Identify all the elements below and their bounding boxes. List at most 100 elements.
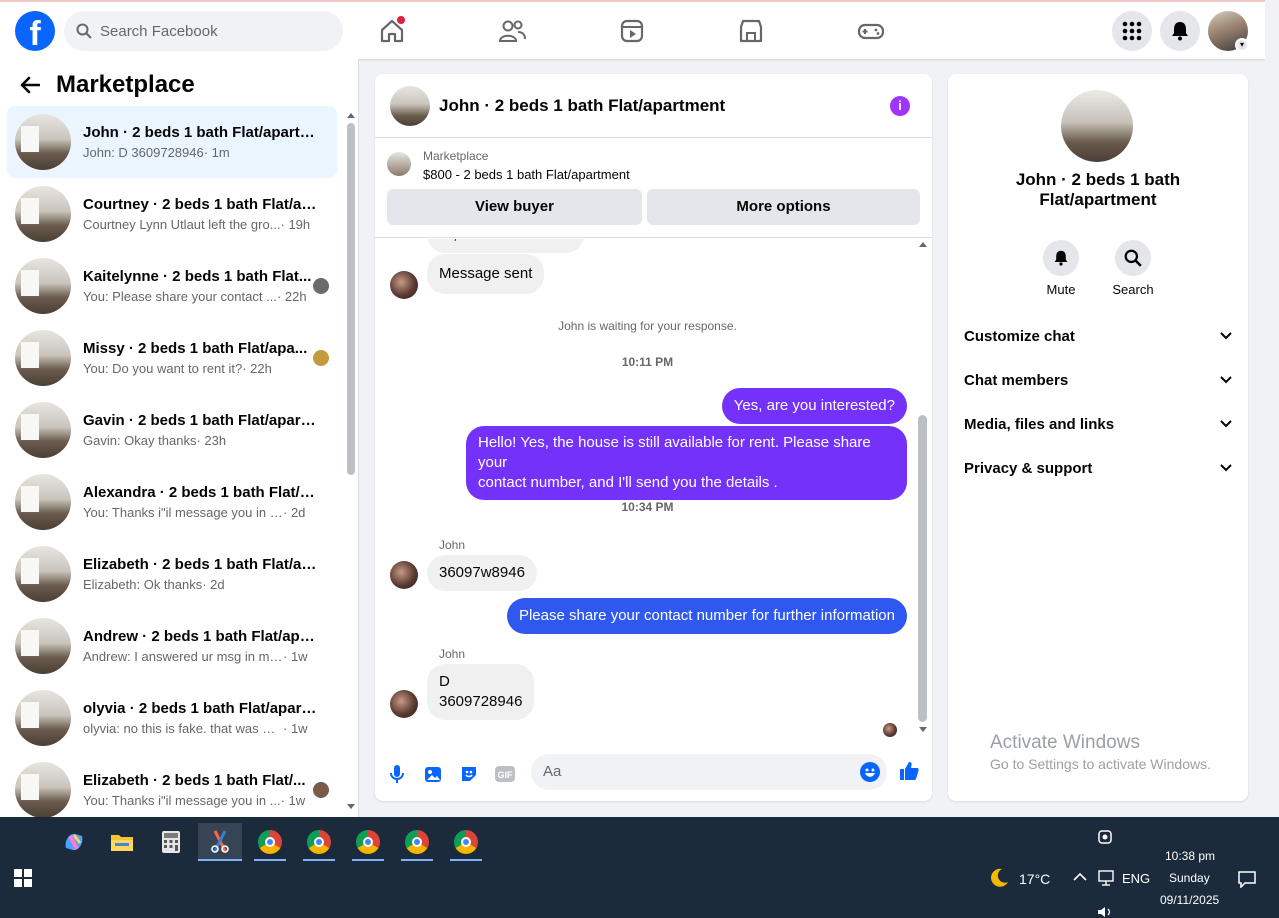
mute-label: Mute bbox=[1046, 282, 1076, 297]
conversation-item[interactable]: Missy · 2 beds 1 bath Flat/apa... You: D… bbox=[7, 322, 337, 394]
chevron-down-icon bbox=[1220, 376, 1232, 384]
moon-weather-icon[interactable] bbox=[988, 867, 1010, 889]
marketplace-icon[interactable] bbox=[736, 16, 766, 46]
chat-avatar[interactable] bbox=[390, 85, 430, 126]
incoming-message[interactable]: 36097w8946 bbox=[427, 555, 537, 591]
conversation-name: olyvia · 2 beds 1 bath Flat/apart... bbox=[83, 700, 318, 717]
chat-scroll-thumb[interactable] bbox=[918, 415, 927, 722]
notifications-button[interactable] bbox=[1160, 11, 1200, 51]
listing-thumbnail bbox=[15, 546, 71, 602]
listing-thumbnail bbox=[15, 186, 71, 242]
message-line: contact number, and I'll send you the de… bbox=[478, 474, 778, 491]
chrome-profile-4-icon[interactable] bbox=[395, 823, 439, 861]
privacy-support-section[interactable]: Privacy & support bbox=[964, 446, 1232, 490]
menu-grid-button[interactable] bbox=[1112, 11, 1152, 51]
search-input[interactable]: Search Facebook bbox=[64, 11, 343, 51]
sidebar-scroll-thumb[interactable] bbox=[347, 123, 355, 475]
photo-icon[interactable] bbox=[422, 763, 444, 785]
chrome-profile-1-icon[interactable] bbox=[248, 823, 292, 861]
media-files-links-section[interactable]: Media, files and links bbox=[964, 402, 1232, 446]
chrome-profile-3-icon[interactable] bbox=[346, 823, 390, 861]
emoji-icon[interactable] bbox=[860, 762, 880, 782]
file-explorer-icon[interactable] bbox=[100, 823, 144, 861]
chevron-up-icon[interactable] bbox=[1073, 872, 1087, 882]
view-buyer-button[interactable]: View buyer bbox=[387, 189, 642, 225]
chevron-down-icon[interactable]: ▾ bbox=[1235, 38, 1249, 52]
listing-avatar[interactable] bbox=[1061, 90, 1133, 162]
incoming-message[interactable]: Message sent bbox=[427, 254, 545, 294]
conversation-time: · 1m bbox=[203, 145, 230, 160]
friends-icon[interactable] bbox=[497, 16, 527, 46]
chevron-down-icon bbox=[1220, 332, 1232, 340]
info-icon[interactable]: i bbox=[890, 96, 910, 116]
contact-name: John · 2 beds 1 bath Flat/apartment bbox=[1015, 170, 1181, 209]
section-label: Customize chat bbox=[964, 327, 1075, 345]
microphone-icon[interactable] bbox=[386, 763, 408, 785]
conversation-list: John · 2 beds 1 bath Flat/apartm... John… bbox=[7, 106, 337, 817]
clock-time[interactable]: 10:38 pm bbox=[1165, 849, 1215, 863]
conversation-item[interactable]: olyvia · 2 beds 1 bath Flat/apart... oly… bbox=[7, 682, 337, 754]
gif-icon[interactable]: GIF bbox=[494, 763, 516, 785]
conversation-name: Alexandra · 2 beds 1 bath Flat/a... bbox=[83, 484, 318, 501]
volume-icon[interactable] bbox=[1097, 906, 1115, 918]
page-scrollbar[interactable] bbox=[1265, 0, 1279, 817]
listing-thumbnail bbox=[15, 402, 71, 458]
outgoing-message[interactable]: Yes, are you interested? bbox=[721, 388, 907, 424]
incoming-message[interactable]: D 3609728946 bbox=[427, 664, 535, 720]
outgoing-message[interactable]: Hello! Yes, the house is still available… bbox=[466, 426, 907, 500]
conversation-item[interactable]: Elizabeth · 2 beds 1 bath Flat/ap... Eli… bbox=[7, 538, 337, 610]
listing-thumbnail bbox=[15, 258, 71, 314]
conversation-item[interactable]: John · 2 beds 1 bath Flat/apartm... John… bbox=[7, 106, 337, 178]
incoming-message[interactable]: Hi, is this available? bbox=[427, 239, 584, 253]
more-options-button[interactable]: More options bbox=[647, 189, 920, 225]
sender-avatar[interactable] bbox=[390, 690, 418, 718]
back-arrow-icon[interactable] bbox=[20, 76, 40, 94]
facebook-logo[interactable]: f bbox=[15, 11, 55, 51]
mute-button[interactable]: Mute bbox=[1031, 240, 1091, 297]
calculator-icon[interactable] bbox=[149, 823, 193, 861]
conversation-item[interactable]: Andrew · 2 beds 1 bath Flat/apar... Andr… bbox=[7, 610, 337, 682]
watermark-subtitle: Go to Settings to activate Windows. bbox=[990, 756, 1211, 772]
language-indicator[interactable]: ENG bbox=[1122, 871, 1150, 886]
chrome-profile-5-icon[interactable] bbox=[444, 823, 488, 861]
timestamp: 10:34 PM bbox=[621, 500, 674, 514]
conversation-name: John · 2 beds 1 bath Flat/apartm... bbox=[83, 124, 318, 141]
clock-date[interactable]: 09/11/2025 bbox=[1160, 893, 1219, 907]
sender-avatar[interactable] bbox=[390, 561, 418, 589]
conversation-item[interactable]: Gavin · 2 beds 1 bath Flat/apart... Gavi… bbox=[7, 394, 337, 466]
running-indicator bbox=[352, 859, 384, 861]
network-icon[interactable] bbox=[1097, 870, 1115, 886]
conversation-time: · 2d bbox=[283, 505, 306, 520]
sticker-icon[interactable] bbox=[458, 763, 480, 785]
video-icon[interactable] bbox=[617, 16, 647, 46]
conversation-preview: You: Please share your contact ... bbox=[83, 289, 277, 304]
weather-temperature[interactable]: 17°C bbox=[1019, 871, 1050, 887]
bell-icon bbox=[1054, 250, 1068, 266]
outgoing-message[interactable]: Please share your contact number for fur… bbox=[506, 598, 907, 634]
conversation-item[interactable]: Elizabeth · 2 beds 1 bath Flat/... You: … bbox=[7, 754, 337, 817]
conversation-item[interactable]: Kaitelynne · 2 beds 1 bath Flat... You: … bbox=[7, 250, 337, 322]
snipping-tool-icon[interactable] bbox=[198, 823, 242, 861]
gaming-icon[interactable] bbox=[856, 16, 886, 46]
customize-chat-section[interactable]: Customize chat bbox=[964, 314, 1232, 358]
camera-privacy-icon[interactable] bbox=[1097, 829, 1113, 845]
like-icon[interactable] bbox=[898, 760, 920, 782]
conversation-preview: Andrew: I answered ur msg in my ... bbox=[83, 649, 283, 664]
chat-title[interactable]: John · 2 beds 1 bath Flat/apartment bbox=[439, 96, 725, 116]
sender-name: John bbox=[439, 647, 466, 661]
conversation-item[interactable]: Alexandra · 2 beds 1 bath Flat/a... You:… bbox=[7, 466, 337, 538]
chevron-down-icon bbox=[1220, 420, 1232, 428]
chrome-profile-2-icon[interactable] bbox=[297, 823, 341, 861]
conversation-item[interactable]: Courtney · 2 beds 1 bath Flat/ap... Cour… bbox=[7, 178, 337, 250]
home-icon[interactable] bbox=[377, 16, 407, 46]
copilot-icon[interactable] bbox=[52, 823, 96, 861]
windows-start-icon[interactable] bbox=[14, 869, 32, 887]
search-button[interactable]: Search bbox=[1103, 240, 1163, 297]
notification-center-icon[interactable] bbox=[1238, 870, 1256, 888]
clock-day[interactable]: Sunday bbox=[1169, 871, 1210, 885]
read-receipt-avatar bbox=[883, 723, 897, 737]
listing-price[interactable]: $800 - 2 beds 1 bath Flat/apartment bbox=[423, 167, 630, 182]
sender-avatar[interactable] bbox=[390, 271, 418, 299]
chat-members-section[interactable]: Chat members bbox=[964, 358, 1232, 402]
message-input[interactable]: Aa bbox=[531, 754, 887, 790]
